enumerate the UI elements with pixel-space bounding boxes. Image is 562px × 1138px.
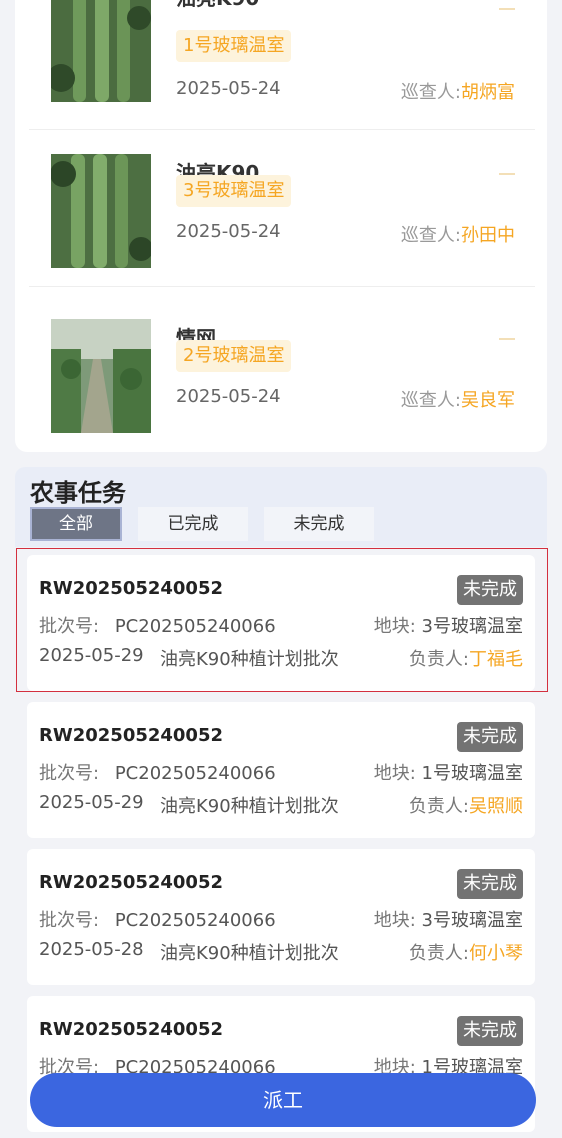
plot-label: 地块: — [373, 616, 416, 637]
task-number: RW202505240052 — [39, 578, 224, 599]
divider — [29, 129, 535, 130]
batch-row: 批次号: PC202505240066 地块: 1号玻璃温室 — [39, 759, 523, 785]
plot-value: 3号玻璃温室 — [421, 910, 523, 931]
inspection-item[interactable]: 油亮K90 1号玻璃温室 2025-05-24 巡查人:胡炳富 — [29, 0, 535, 130]
status-badge: 未完成 — [457, 869, 523, 899]
task-number: RW202505240052 — [39, 872, 224, 893]
dispatch-button[interactable]: 派工 — [30, 1073, 536, 1127]
divider — [29, 286, 535, 287]
batch-row: 批次号: PC202505240066 地块: 3号玻璃温室 — [39, 906, 523, 932]
batch-label: 批次号: — [39, 910, 100, 931]
plot-label: 地块: — [373, 910, 416, 931]
task-date: 2025-05-29 — [39, 792, 144, 813]
crop-photo — [51, 154, 151, 268]
task-number: RW202505240052 — [39, 725, 224, 746]
tasks-header: 农事任务 全部 已完成 未完成 — [15, 467, 547, 547]
owner-name: 吴照顺 — [469, 796, 523, 817]
task-date: 2025-05-29 — [39, 645, 144, 666]
batch-label: 批次号: — [39, 763, 100, 784]
plan-name: 油亮K90种植计划批次 — [160, 943, 339, 964]
owner-name: 丁福毛 — [469, 649, 523, 670]
status-badge: 未完成 — [457, 722, 523, 752]
inspector-label: 巡查人: — [400, 82, 461, 103]
date-row: 2025-05-29 油亮K90种植计划批次 负责人:吴照顺 — [39, 792, 523, 817]
inspection-date: 2025-05-24 — [176, 386, 281, 407]
owner-label: 负责人: — [408, 649, 469, 670]
status-badge: 未完成 — [457, 575, 523, 605]
greenhouse-tag: 3号玻璃温室 — [176, 175, 292, 207]
batch-row: 批次号: PC202505240066 地块: 3号玻璃温室 — [39, 612, 523, 638]
inspector: 巡查人:吴良军 — [401, 386, 515, 412]
batch-number: PC202505240066 — [114, 763, 276, 784]
inspector-name: 胡炳富 — [461, 82, 515, 103]
owner-name: 何小琴 — [469, 943, 523, 964]
task-card[interactable]: RW202505240052 未完成 批次号: PC202505240066 地… — [27, 555, 535, 691]
inspector-label: 巡查人: — [400, 225, 461, 246]
owner-label: 负责人: — [408, 796, 469, 817]
plan-name: 油亮K90种植计划批次 — [160, 649, 339, 670]
inspection-item[interactable]: 油亮K90 3号玻璃温室 2025-05-24 巡查人:孙田中 — [29, 137, 535, 287]
inspection-list: 油亮K90 1号玻璃温室 2025-05-24 巡查人:胡炳富 油亮K90 3号… — [15, 0, 547, 452]
crop-name: 油亮K90 — [176, 0, 259, 11]
task-number: RW202505240052 — [39, 1019, 224, 1040]
owner-label: 负责人: — [408, 943, 469, 964]
plot-label: 地块: — [373, 763, 416, 784]
batch-number: PC202505240066 — [114, 616, 276, 637]
inspector: 巡查人:胡炳富 — [401, 78, 515, 104]
batch-label: 批次号: — [39, 616, 100, 637]
date-row: 2025-05-28 油亮K90种植计划批次 负责人:何小琴 — [39, 939, 523, 964]
crop-photo — [51, 319, 151, 433]
tab-all[interactable]: 全部 — [30, 507, 122, 541]
section-title: 农事任务 — [30, 479, 126, 507]
status-dash — [499, 338, 515, 340]
inspection-item[interactable]: 情网 2号玻璃温室 2025-05-24 巡查人:吴良军 — [29, 302, 535, 452]
plot-value: 3号玻璃温室 — [421, 616, 523, 637]
task-card[interactable]: RW202505240052 未完成 批次号: PC202505240066 地… — [27, 849, 535, 985]
status-dash — [499, 8, 515, 10]
status-badge: 未完成 — [457, 1016, 523, 1046]
status-dash — [499, 173, 515, 175]
greenhouse-tag: 1号玻璃温室 — [176, 30, 292, 62]
inspection-date: 2025-05-24 — [176, 221, 281, 242]
greenhouse-tag: 2号玻璃温室 — [176, 340, 292, 372]
inspector-name: 孙田中 — [461, 225, 515, 246]
date-row: 2025-05-29 油亮K90种植计划批次 负责人:丁福毛 — [39, 645, 523, 670]
inspector-name: 吴良军 — [461, 390, 515, 411]
tab-completed[interactable]: 已完成 — [138, 507, 248, 541]
plot-value: 1号玻璃温室 — [421, 763, 523, 784]
plan-name: 油亮K90种植计划批次 — [160, 796, 339, 817]
inspection-date: 2025-05-24 — [176, 78, 281, 99]
task-date: 2025-05-28 — [39, 939, 144, 960]
task-card[interactable]: RW202505240052 未完成 批次号: PC202505240066 地… — [27, 702, 535, 838]
crop-photo — [51, 0, 151, 102]
inspector-label: 巡查人: — [400, 390, 461, 411]
batch-number: PC202505240066 — [114, 910, 276, 931]
inspector: 巡查人:孙田中 — [401, 221, 515, 247]
tab-incomplete[interactable]: 未完成 — [264, 507, 374, 541]
